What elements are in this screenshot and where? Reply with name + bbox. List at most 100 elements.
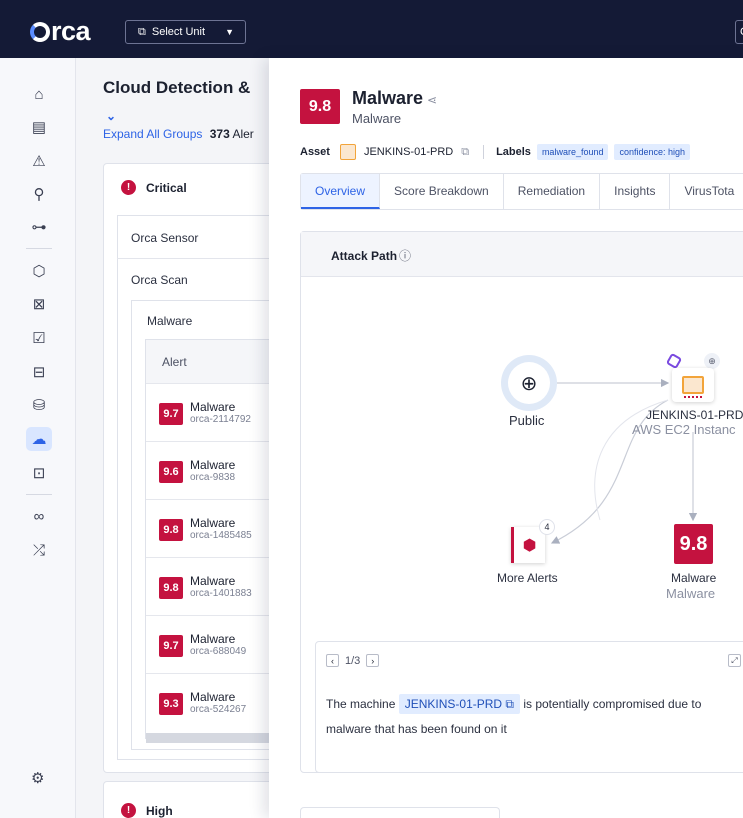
tab-virustotal[interactable]: VirusTota [670,174,743,209]
high-icon: ! [121,803,136,818]
unit-icon: ⧉ [138,25,146,38]
subgroup-malware[interactable]: Malware [147,314,192,328]
divider [483,145,485,159]
checklist-icon[interactable]: ☑ [28,327,50,349]
alert-score-badge: 9.8 [159,577,183,599]
top-bar: orcarca ⧉ Select Unit ▼ C [0,0,743,58]
identity-icon[interactable]: ⊡ [28,462,50,484]
alerts-icon[interactable]: ⚠ [28,150,50,172]
high-label: High [146,803,173,818]
alert-score-badge: 9.8 [159,519,183,541]
settings-icon[interactable]: ⚙ [31,769,44,787]
alert-score-badge: 9.7 [159,403,183,425]
alert-name: Malware [190,400,236,414]
expand-all-link[interactable]: Expand All Groups [103,127,202,141]
drawer-tabs: Overview Score Breakdown Remediation Ins… [300,173,743,210]
asset-labels-row: Asset JENKINS-01-PRD ⧉ Labels malware_fo… [300,142,691,162]
malware-node-type: Malware [666,586,716,601]
asset-name-link[interactable]: JENKINS-01-PRD [364,146,453,158]
page-title: Cloud Detection & [103,78,251,97]
internet-badge-icon: ⊕ [704,353,720,369]
alert-subtitle: Malware [352,111,402,126]
ec2-node-name: JENKINS-01-PRD [646,408,743,422]
alert-id: orca-1485485 [190,530,252,541]
alert-name: Malware [190,632,236,646]
alert-score-badge: 9.7 [159,635,183,657]
inventory-icon[interactable]: ⊟ [28,361,50,383]
dashboard-icon[interactable]: ▤ [28,116,50,138]
compliance-icon[interactable]: ⊠ [28,293,50,315]
public-node[interactable]: ⊕ [501,355,557,411]
malware-node-name: Malware [671,571,717,585]
orca-logo[interactable]: orcarca [30,18,91,45]
ec2-instance-icon [339,144,356,160]
alert-dots [684,396,702,398]
alert-id: orca-9838 [190,472,236,483]
cloud-icon[interactable]: ☁ [26,427,52,451]
alert-id: orca-1401883 [190,588,252,599]
high-header[interactable]: ! High [121,803,173,818]
alert-title: Malware ⋖ [352,88,437,109]
alert-title-text: Malware [352,88,424,108]
chevron-down-icon[interactable]: ⌄ [106,109,116,123]
desc-before: The machine [326,697,396,711]
critical-header[interactable]: ! Critical [121,180,187,195]
group-orca-scan[interactable]: Orca Scan [131,273,188,287]
chevron-down-icon: ▼ [225,27,234,37]
group-orca-sensor[interactable]: Orca Sensor [131,231,198,245]
more-alerts-count: 4 [539,519,555,535]
description-text: The machine JENKINS-01-PRD ⧉ is potentia… [326,692,743,742]
shield-icon[interactable]: ⬡ [28,260,50,282]
alert-score-badge: 9.6 [159,461,183,483]
alert-name: Malware [190,574,236,588]
critical-icon: ! [121,180,136,195]
alert-count-suffix: Aler [232,127,254,141]
alert-id: orca-524267 [190,704,247,715]
labels-label: Labels [496,146,531,158]
alert-shield-icon: ⬢ [522,537,537,554]
prev-icon[interactable]: ‹ [326,654,339,667]
more-alerts-node[interactable]: ⬢ [511,527,545,563]
alert-name: Malware [190,690,236,704]
tab-remediation[interactable]: Remediation [504,174,601,209]
next-icon[interactable]: › [366,654,380,667]
alert-name: Malware [190,458,236,472]
shuffle-icon[interactable]: ⤮ [28,539,50,561]
ec2-instance-node[interactable] [672,368,714,402]
graph-icon[interactable]: ⊶ [28,216,50,238]
asset-link-chip[interactable]: JENKINS-01-PRD ⧉ [398,694,520,714]
select-unit-dropdown[interactable]: ⧉ Select Unit ▼ [125,20,246,44]
tab-insights[interactable]: Insights [600,174,671,209]
ec2-node-type: AWS EC2 Instanc [632,422,736,437]
pager-text: 1/3 [345,654,361,667]
alert-count: 373 [209,127,230,141]
tab-score-breakdown[interactable]: Score Breakdown [380,174,504,209]
malware-node[interactable]: 9.8 [674,524,713,564]
top-right-button[interactable]: C [735,20,743,44]
database-icon[interactable]: ⛁ [28,394,50,416]
home-icon[interactable]: ⌂ [28,83,50,105]
alert-id: orca-2114792 [190,414,251,425]
search-icon[interactable]: ⚲ [28,183,50,205]
critical-label: Critical [146,180,187,195]
lower-panel [300,807,500,818]
nav-divider [26,494,52,495]
info-icon[interactable]: ⓘ [399,249,411,263]
description-pager: ‹ 1/3 › [326,654,380,667]
share-icon[interactable]: ⋖ [427,93,437,107]
tab-overview[interactable]: Overview [301,174,381,209]
public-node-label: Public [509,413,545,428]
alert-score-badge: 9.8 [300,89,340,124]
asset-label: Asset [300,146,330,158]
infinity-icon[interactable]: ∞ [28,505,50,527]
label-chip[interactable]: confidence: high [614,144,691,160]
expand-icon[interactable]: ⤢ [728,654,741,667]
nav-divider [26,248,52,249]
alert-id: orca-688049 [190,646,247,657]
attack-path-label: Attack Path [331,249,398,263]
globe-icon: ⊕ [508,362,550,404]
label-chip[interactable]: malware_found [536,144,609,160]
external-link-icon[interactable]: ⧉ [461,146,469,159]
ec2-instance-icon [682,376,704,394]
alert-name: Malware [190,516,236,530]
